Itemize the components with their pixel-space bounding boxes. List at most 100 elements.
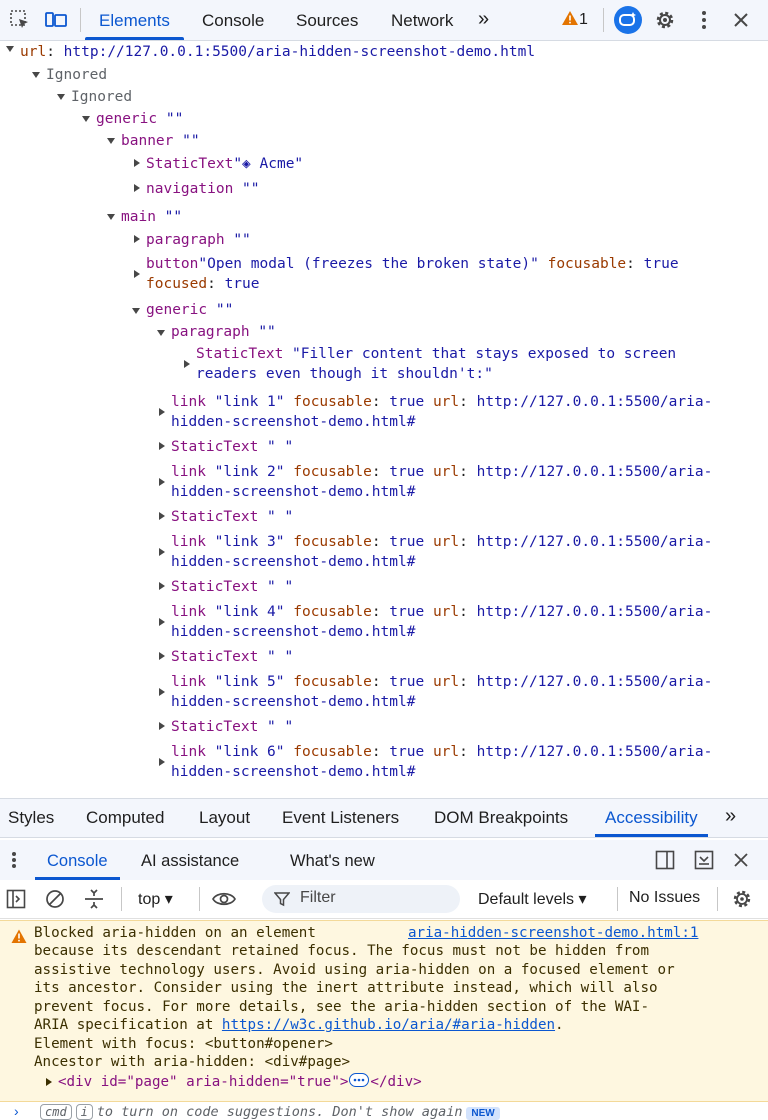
toolbar-divider — [717, 887, 718, 911]
tree-node-statictext[interactable]: StaticText"◈ Acme" — [146, 154, 303, 174]
expand-triangle-icon[interactable] — [159, 408, 165, 416]
tree-node-statictext[interactable]: StaticText " " — [171, 437, 293, 457]
console-prompt[interactable]: › cmd i to turn on code suggestions. Don… — [0, 1102, 768, 1120]
tree-node-link[interactable]: link "link 2" focusable: true url: http:… — [171, 462, 712, 482]
expand-triangle-icon[interactable] — [159, 758, 165, 766]
collapse-triangle-icon[interactable] — [157, 330, 165, 336]
inspect-element-icon[interactable] — [8, 8, 32, 32]
collapse-triangle-icon[interactable] — [82, 116, 90, 122]
settings-gear-icon[interactable] — [653, 8, 677, 32]
console-settings-icon[interactable] — [731, 888, 753, 915]
expand-triangle-icon[interactable] — [134, 235, 140, 243]
clear-console-icon[interactable] — [45, 889, 65, 914]
console-warning-message: Blocked aria-hidden on an element aria-h… — [0, 920, 768, 1102]
tree-node-link-cont: hidden-screenshot-demo.html# — [171, 414, 416, 430]
collapse-triangle-icon[interactable] — [107, 214, 115, 220]
tree-node-paragraph[interactable]: paragraph "" — [146, 230, 251, 250]
tree-node-statictext[interactable]: StaticText "Filler content that stays ex… — [196, 344, 676, 364]
tree-node-link-cont: hidden-screenshot-demo.html# — [171, 624, 416, 640]
collapse-group-icon[interactable] — [83, 888, 105, 915]
tab-sources[interactable]: Sources — [296, 0, 358, 40]
tree-node-generic[interactable]: generic "" — [96, 109, 183, 129]
close-drawer-icon[interactable] — [731, 850, 751, 875]
tab-console[interactable]: Console — [202, 0, 264, 40]
tree-node-link[interactable]: link "link 1" focusable: true url: http:… — [171, 392, 712, 412]
expand-triangle-icon[interactable] — [159, 478, 165, 486]
drawer-tab-whats-new[interactable]: What's new — [290, 840, 375, 880]
collapse-triangle-icon[interactable] — [6, 46, 14, 52]
tree-node-statictext[interactable]: StaticText " " — [171, 717, 293, 737]
filter-placeholder: Filter — [300, 889, 336, 906]
tree-node-ignored[interactable]: Ignored — [46, 65, 107, 85]
tree-node-root[interactable]: url: http://127.0.0.1:5500/aria-hidden-s… — [20, 42, 535, 62]
dock-side-icon[interactable] — [655, 850, 675, 875]
expand-triangle-icon[interactable] — [159, 722, 165, 730]
device-toolbar-icon[interactable] — [44, 8, 68, 32]
expand-triangle-icon[interactable] — [134, 270, 140, 278]
drawer-menu-icon[interactable] — [8, 850, 20, 875]
expand-triangle-icon[interactable] — [159, 652, 165, 660]
more-panels-button[interactable]: » — [725, 799, 736, 837]
ai-assistant-icon[interactable] — [614, 6, 642, 34]
expand-triangle-icon[interactable] — [159, 688, 165, 696]
tab-elements[interactable]: Elements — [85, 0, 184, 40]
tab-dom-breakpoints[interactable]: DOM Breakpoints — [434, 799, 568, 837]
ellipsis-icon[interactable] — [349, 1073, 370, 1087]
tab-layout[interactable]: Layout — [199, 799, 250, 837]
tree-node-navigation[interactable]: navigation "" — [146, 179, 260, 199]
expand-triangle-icon[interactable] — [159, 512, 165, 520]
expand-triangle-icon[interactable] — [184, 360, 190, 368]
expand-node-icon[interactable] — [46, 1078, 52, 1086]
drawer-tab-console[interactable]: Console — [35, 840, 120, 880]
tree-node-statictext[interactable]: StaticText " " — [171, 507, 293, 527]
context-selector[interactable]: top ▾ — [138, 889, 173, 909]
expand-triangle-icon[interactable] — [159, 582, 165, 590]
tree-node-main[interactable]: main "" — [121, 207, 182, 227]
expand-triangle-icon[interactable] — [159, 442, 165, 450]
dom-node-link[interactable]: <div id="page" aria-hidden="true"> </div> — [58, 1073, 422, 1092]
sidebar-toggle-icon[interactable] — [6, 889, 26, 914]
more-options-icon[interactable] — [692, 8, 716, 32]
collapse-triangle-icon[interactable] — [57, 94, 65, 100]
drawer-tabbar: Console AI assistance What's new — [0, 840, 768, 880]
live-expression-eye-icon[interactable] — [211, 888, 237, 915]
toolbar-divider — [80, 8, 81, 32]
tree-node-paragraph[interactable]: paragraph "" — [171, 322, 276, 342]
tree-node-generic[interactable]: generic "" — [146, 300, 233, 320]
spec-link[interactable]: https://w3c.github.io/aria/#aria-hidden — [222, 1017, 555, 1033]
tree-node-link[interactable]: link "link 6" focusable: true url: http:… — [171, 742, 712, 762]
expand-triangle-icon[interactable] — [134, 159, 140, 167]
warning-line: assistive technology users. Avoid using … — [34, 962, 675, 978]
expand-triangle-icon[interactable] — [159, 548, 165, 556]
filter-input[interactable]: Filter — [262, 885, 460, 913]
tree-node-link[interactable]: link "link 4" focusable: true url: http:… — [171, 602, 712, 622]
collapse-triangle-icon[interactable] — [107, 138, 115, 144]
tree-node-statictext[interactable]: StaticText " " — [171, 577, 293, 597]
collapse-triangle-icon[interactable] — [32, 72, 40, 78]
log-levels-dropdown[interactable]: Default levels ▾ — [478, 889, 587, 909]
tree-node-link[interactable]: link "link 3" focusable: true url: http:… — [171, 532, 712, 552]
tree-node-banner[interactable]: banner "" — [121, 131, 200, 151]
tab-accessibility[interactable]: Accessibility — [595, 799, 708, 837]
tab-styles[interactable]: Styles — [8, 799, 54, 837]
warning-source-link[interactable]: aria-hidden-screenshot-demo.html:1 — [408, 924, 698, 943]
expand-triangle-icon[interactable] — [134, 184, 140, 192]
tab-computed[interactable]: Computed — [86, 799, 164, 837]
tab-event-listeners[interactable]: Event Listeners — [282, 799, 399, 837]
tree-node-statictext-cont: readers even though it shouldn't:" — [196, 366, 493, 382]
tree-node-link[interactable]: link "link 5" focusable: true url: http:… — [171, 672, 712, 692]
warnings-counter[interactable]: 1 — [561, 9, 588, 31]
more-tabs-button[interactable]: » — [478, 0, 489, 40]
tree-node-statictext[interactable]: StaticText " " — [171, 647, 293, 667]
expand-triangle-icon[interactable] — [159, 618, 165, 626]
tree-node-button[interactable]: button"Open modal (freezes the broken st… — [146, 254, 679, 274]
tab-network[interactable]: Network — [391, 0, 453, 40]
close-icon[interactable] — [729, 8, 753, 32]
dock-bottom-icon[interactable] — [694, 850, 714, 875]
tree-node-ignored[interactable]: Ignored — [71, 87, 132, 107]
collapse-triangle-icon[interactable] — [132, 308, 140, 314]
warning-line: Blocked aria-hidden on an element — [34, 925, 316, 941]
drawer-tab-ai-assistance[interactable]: AI assistance — [141, 840, 239, 880]
tree-node-button-cont: focused: true — [146, 276, 260, 292]
issues-counter[interactable]: No Issues — [629, 889, 700, 907]
